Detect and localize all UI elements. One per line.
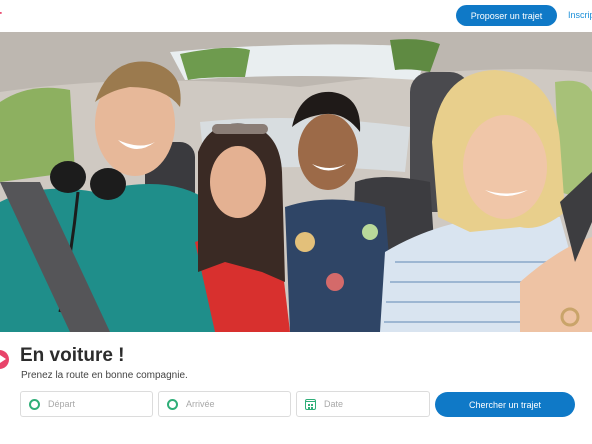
departure-placeholder: Départ (48, 399, 76, 409)
page-title: En voiture ! (20, 345, 125, 366)
hero-photo (0, 32, 592, 332)
departure-circle-icon (29, 398, 40, 410)
sunglasses-on-head (212, 124, 268, 134)
headphones-left (50, 161, 86, 193)
shirt-flower-1 (295, 232, 315, 252)
page: r Proposer un trajet Inscription (0, 0, 592, 444)
date-field[interactable]: Date (296, 391, 430, 417)
logo[interactable]: r (0, 7, 2, 24)
date-placeholder: Date (324, 399, 344, 409)
arrival-circle-icon (167, 398, 178, 410)
person-3-face (298, 114, 358, 190)
departure-field[interactable]: Départ (20, 391, 153, 417)
shirt-flower-2 (326, 273, 344, 291)
arrival-field[interactable]: Arrivée (158, 391, 291, 417)
arrival-placeholder: Arrivée (186, 399, 215, 409)
offer-ride-button[interactable]: Proposer un trajet (456, 5, 557, 26)
calendar-icon (305, 398, 316, 410)
page-subtitle: Prenez la route en bonne compagnie. (21, 370, 188, 381)
shirt-flower-3 (362, 224, 378, 240)
header: r Proposer un trajet Inscription (0, 0, 592, 32)
headphones-right (90, 168, 126, 200)
hero-illustration (0, 32, 592, 332)
play-icon (0, 350, 9, 369)
person-4-face (463, 115, 547, 219)
tree-foliage (180, 47, 250, 80)
search-ride-button[interactable]: Chercher un trajet (435, 392, 575, 417)
person-2-face (210, 146, 266, 218)
person-floral-shirt (285, 199, 395, 332)
signup-link[interactable]: Inscription (568, 10, 592, 20)
